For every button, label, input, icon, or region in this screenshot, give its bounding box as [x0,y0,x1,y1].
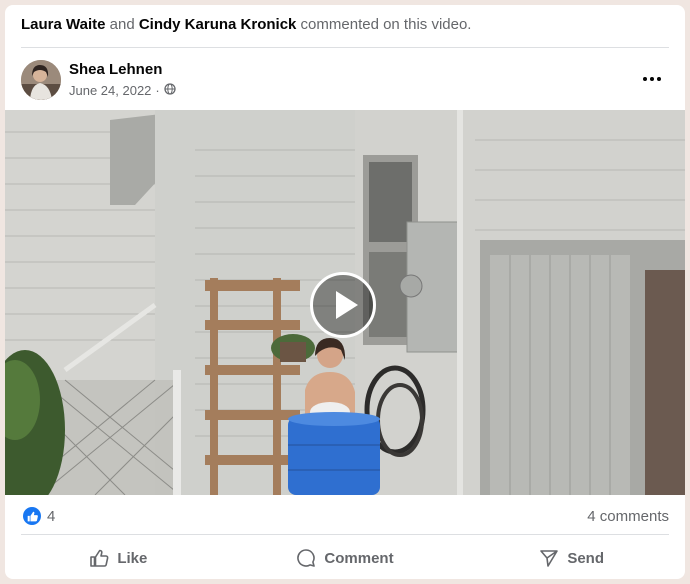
activity-context: Laura Waite and Cindy Karuna Kronick com… [21,16,471,33]
play-button[interactable] [310,272,376,338]
context-suffix: commented on this video. [300,16,472,33]
like-button[interactable]: Like [5,543,232,573]
globe-icon [164,83,176,98]
more-options-button[interactable] [637,65,667,89]
meta-separator: · [155,83,160,98]
author-name[interactable]: Shea Lehnen [69,61,162,78]
comment-button[interactable]: Comment [232,543,459,573]
header-divider [21,47,669,48]
comment-count[interactable]: 4 comments [587,508,669,525]
post-meta: June 24, 2022 · [69,83,176,98]
context-conjunction: and [109,16,135,33]
actions-divider [21,534,669,535]
comment-bubble-icon [297,549,316,567]
commenter-name-1[interactable]: Laura Waite [21,16,105,33]
reaction-count[interactable]: 4 [47,508,55,525]
play-icon [336,291,358,319]
video-player[interactable] [5,110,685,495]
commenter-name-2[interactable]: Cindy Karuna Kronick [139,16,297,33]
more-dots-icon [643,68,661,86]
action-bar: Like Comment Send [5,543,685,573]
comment-label: Comment [324,549,394,567]
send-label: Send [567,549,605,567]
post-date[interactable]: June 24, 2022 [69,83,151,98]
send-button[interactable]: Send [458,543,685,573]
engagement-stats: 4 4 comments [5,504,685,528]
send-icon [540,550,559,567]
like-label: Like [117,549,148,567]
post-card: Laura Waite and Cindy Karuna Kronick com… [5,5,685,579]
avatar[interactable] [21,60,61,100]
thumbs-up-icon [90,549,109,567]
like-reaction-icon[interactable] [23,507,41,525]
